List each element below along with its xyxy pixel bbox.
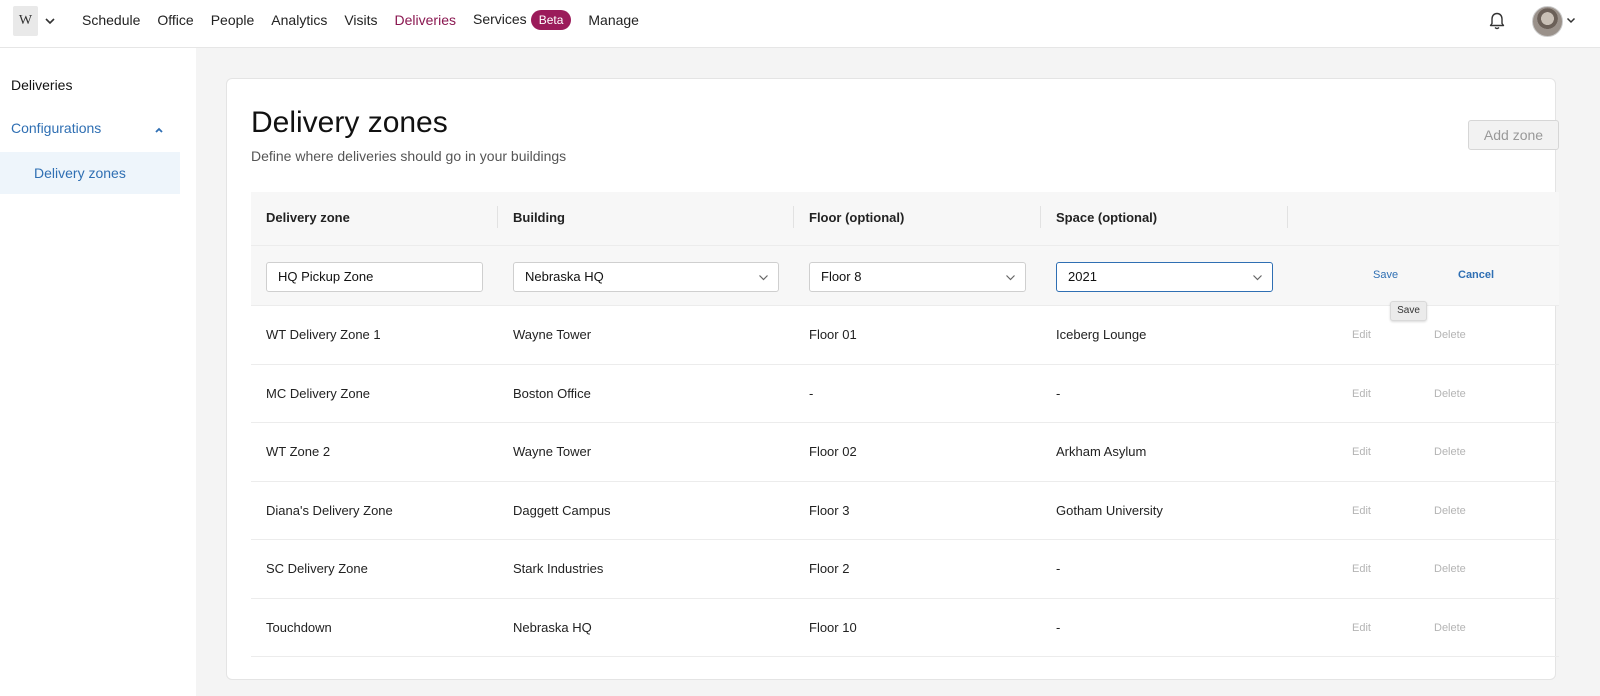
cell-zone: MC Delivery Zone (266, 385, 371, 401)
cell-zone: WT Delivery Zone 1 (266, 327, 381, 342)
table-row: Touchdown Nebraska HQ Floor 10 - Edit De… (251, 599, 1559, 657)
table-row: WT Zone 2 Wayne Tower Floor 02 Arkham As… (251, 423, 1559, 482)
chevron-down-icon (759, 275, 768, 281)
beta-badge: Beta (530, 10, 572, 30)
avatar[interactable] (1532, 6, 1563, 37)
top-navigation: W Schedule Office People Analytics Visit… (0, 0, 1600, 48)
cell-floor: Floor 10 (809, 619, 857, 635)
cell-building: Wayne Tower (513, 444, 592, 459)
edit-button[interactable]: Edit (1352, 505, 1371, 517)
save-button[interactable]: Save (1373, 269, 1398, 281)
cell-floor: Floor 3 (809, 502, 850, 518)
edit-button[interactable]: Edit (1352, 622, 1371, 634)
space-select-value: 2021 (1068, 269, 1097, 284)
header-divider (1287, 206, 1288, 228)
sidebar-item-delivery-zones[interactable]: Delivery zones (0, 152, 180, 194)
building-select-value: Nebraska HQ (525, 269, 604, 284)
cell-space: Iceberg Lounge (1056, 327, 1147, 342)
delete-button[interactable]: Delete (1434, 446, 1466, 458)
chevron-down-icon[interactable] (44, 15, 56, 27)
table-row: MC Delivery Zone Boston Office - - Edit … (251, 365, 1559, 423)
header-floor: Floor (optional) (809, 210, 905, 225)
header-divider (497, 206, 498, 228)
delivery-zones-table: Delivery zone Building Floor (optional) … (251, 192, 1559, 657)
nav-analytics[interactable]: Analytics (271, 12, 327, 28)
table-row: Diana's Delivery Zone Daggett Campus Flo… (251, 482, 1559, 540)
sidebar-item-configurations[interactable]: Configurations (11, 120, 101, 136)
page-subtitle: Define where deliveries should go in you… (251, 148, 567, 164)
cell-space: Gotham University (1056, 502, 1163, 518)
cell-zone: Touchdown (266, 619, 332, 635)
cell-building: Boston Office (513, 385, 591, 401)
chevron-up-icon[interactable] (153, 124, 165, 136)
edit-row: HQ Pickup Zone Nebraska HQ Floor 8 2021 … (251, 245, 1559, 321)
delete-button[interactable]: Delete (1434, 388, 1466, 400)
table-header: Delivery zone Building Floor (optional) … (251, 192, 1559, 245)
cell-floor: Floor 02 (809, 444, 857, 459)
cell-space: Arkham Asylum (1056, 444, 1147, 459)
table-row: WT Delivery Zone 1 Wayne Tower Floor 01 … (251, 306, 1559, 365)
cell-building: Wayne Tower (513, 327, 592, 342)
nav-people[interactable]: People (211, 12, 255, 28)
edit-button[interactable]: Edit (1352, 329, 1371, 341)
cell-space: - (1056, 561, 1061, 576)
cell-space: - (1056, 385, 1061, 401)
header-building: Building (513, 210, 565, 225)
edit-button[interactable]: Edit (1352, 563, 1371, 575)
cell-building: Stark Industries (513, 561, 604, 576)
nav-services-label: Services (473, 11, 527, 27)
nav-office[interactable]: Office (157, 12, 193, 28)
chevron-down-icon[interactable] (1566, 15, 1576, 25)
cell-building: Nebraska HQ (513, 619, 592, 635)
edit-button[interactable]: Edit (1352, 446, 1371, 458)
bell-icon[interactable] (1487, 11, 1507, 31)
cell-floor: Floor 01 (809, 327, 857, 342)
cell-floor: Floor 2 (809, 561, 850, 576)
building-select[interactable]: Nebraska HQ (513, 262, 779, 292)
cell-floor: - (809, 385, 814, 401)
company-logo[interactable]: W (13, 6, 38, 36)
cell-building: Daggett Campus (513, 502, 611, 518)
cell-zone: Diana's Delivery Zone (266, 502, 393, 518)
nav-deliveries[interactable]: Deliveries (395, 12, 456, 28)
logo-text: W (18, 13, 33, 28)
zone-name-input[interactable]: HQ Pickup Zone (266, 262, 483, 292)
cell-space: - (1056, 619, 1061, 635)
delete-button[interactable]: Delete (1434, 329, 1466, 341)
save-tooltip: Save (1390, 301, 1427, 321)
delete-button[interactable]: Delete (1434, 505, 1466, 517)
delete-button[interactable]: Delete (1434, 563, 1466, 575)
edit-button[interactable]: Edit (1352, 388, 1371, 400)
cell-zone: WT Zone 2 (266, 444, 331, 459)
chevron-down-icon (1253, 275, 1262, 281)
nav-visits[interactable]: Visits (344, 12, 377, 28)
header-space: Space (optional) (1056, 210, 1158, 225)
chevron-down-icon (1006, 275, 1015, 281)
header-delivery-zone: Delivery zone (266, 210, 350, 225)
nav-schedule[interactable]: Schedule (82, 12, 140, 28)
header-divider (1040, 206, 1041, 228)
add-zone-button[interactable]: Add zone (1468, 120, 1559, 150)
sidebar-item-deliveries[interactable]: Deliveries (11, 77, 72, 93)
main-nav: Schedule Office People Analytics Visits … (82, 0, 656, 40)
sidebar: Deliveries Configurations Delivery zones (0, 48, 196, 696)
space-select[interactable]: 2021 (1056, 262, 1273, 292)
floor-select-value: Floor 8 (821, 269, 862, 284)
cancel-button[interactable]: Cancel (1458, 269, 1494, 281)
delete-button[interactable]: Delete (1434, 622, 1466, 634)
cell-zone: SC Delivery Zone (266, 561, 368, 576)
delivery-zones-card: Delivery zones Define where deliveries s… (226, 78, 1559, 680)
page-title: Delivery zones (251, 106, 448, 139)
nav-manage[interactable]: Manage (588, 12, 639, 28)
floor-select[interactable]: Floor 8 (809, 262, 1026, 292)
nav-services[interactable]: Services Beta (473, 10, 572, 30)
table-row: SC Delivery Zone Stark Industries Floor … (251, 540, 1559, 599)
header-divider (793, 206, 794, 228)
